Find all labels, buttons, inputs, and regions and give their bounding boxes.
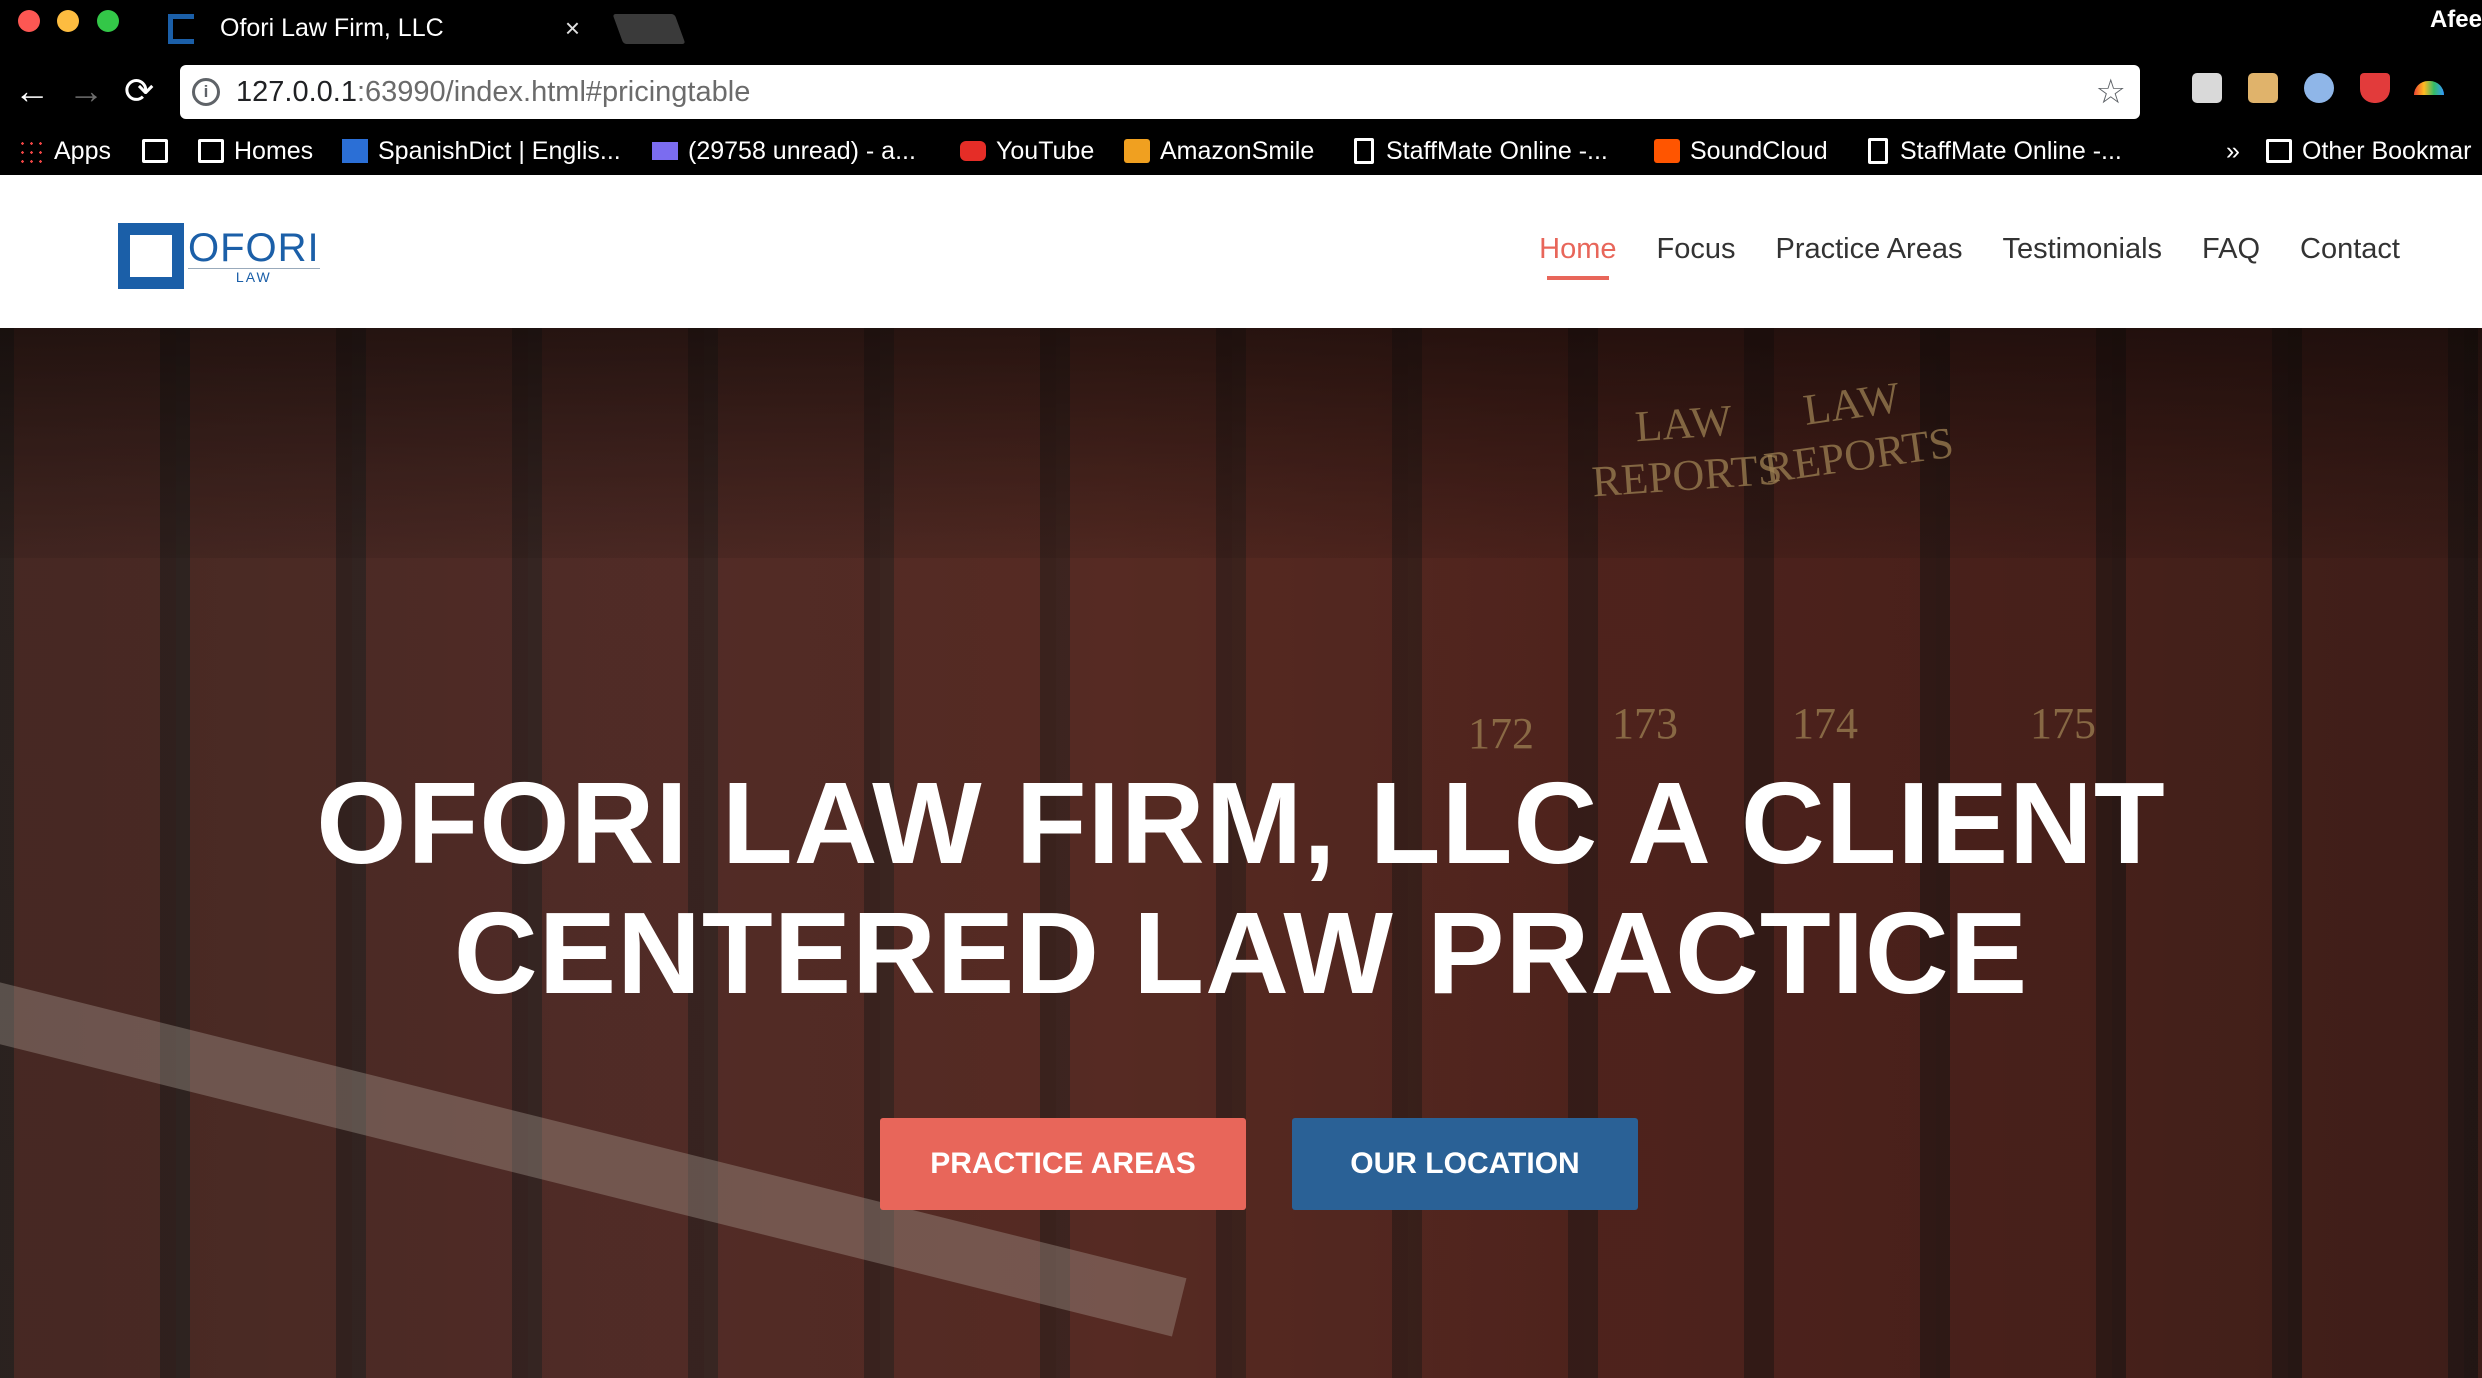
nav-testimonials[interactable]: Testimonials [2002, 233, 2162, 280]
logo-subtitle: LAW [188, 267, 320, 285]
ofori-favicon-icon [168, 13, 194, 44]
bookmark-star-icon[interactable]: ☆ [2096, 72, 2126, 112]
hero-title: OFORI LAW FIRM, LLC A CLIENT CENTERED LA… [0, 758, 2482, 1018]
bookmark-label: YouTube [996, 136, 1095, 165]
bookmark-youtube[interactable]: YouTube [960, 133, 1094, 169]
bookmark-label: Apps [54, 136, 111, 165]
url-host: 127.0.0.1 [236, 75, 357, 108]
minimize-window-button[interactable] [57, 10, 79, 32]
browser-toolbar: ← → ⟳ i 127.0.0.1 :63990/index.html#pric… [0, 57, 2482, 127]
browser-titlebar: Ofori Law Firm, LLC × Afee [0, 0, 2482, 57]
hero-title-line: CENTERED LAW PRACTICE [453, 888, 2029, 1018]
bookmark-label: Homes [234, 136, 314, 165]
logo-name: OFORI [188, 225, 320, 270]
reload-icon[interactable]: ⟳ [124, 71, 154, 111]
mail-icon [652, 142, 678, 160]
site-header: OFORI LAW Home Focus Practice Areas Test… [0, 175, 2482, 328]
site-logo[interactable]: OFORI LAW [118, 221, 320, 291]
hero-section: LAW REPORTS LAW REPORTS 172 173 174 175 … [0, 328, 2482, 1378]
profile-name[interactable]: Afee [2430, 6, 2482, 34]
bookmark-label: StaffMate Online -... [1386, 136, 1608, 165]
bookmark-apps[interactable]: Apps [18, 133, 111, 169]
logo-square-icon [118, 223, 184, 289]
bookmark-label: AmazonSmile [1160, 136, 1315, 165]
nav-home[interactable]: Home [1539, 233, 1617, 280]
extension-icon[interactable] [2192, 73, 2222, 103]
bookmark-label: Other Bookmar [2302, 136, 2472, 165]
bookmark-label: (29758 unread) - a... [688, 136, 916, 165]
info-icon[interactable]: i [192, 78, 220, 106]
soundcloud-icon [1654, 139, 1680, 163]
practice-areas-button[interactable]: PRACTICE AREAS [880, 1118, 1246, 1210]
forward-arrow-icon[interactable]: → [68, 71, 104, 111]
youtube-icon [960, 141, 986, 161]
chevron-double-right-icon: » [2226, 136, 2240, 165]
apps-grid-icon [18, 139, 44, 163]
bookmark-staffmate-1[interactable]: StaffMate Online -... [1354, 133, 1608, 169]
bookmarks-overflow-button[interactable]: » [2226, 133, 2240, 169]
bookmark-folder[interactable] [142, 133, 178, 169]
our-location-button[interactable]: OUR LOCATION [1292, 1118, 1638, 1210]
bookmark-soundcloud[interactable]: SoundCloud [1654, 133, 1828, 169]
logo-text: OFORI LAW [188, 228, 320, 285]
new-tab-button[interactable] [612, 14, 686, 44]
folder-icon [2266, 139, 2292, 163]
extension-shield-icon[interactable] [2360, 73, 2390, 103]
bookmark-spanishdict[interactable]: SpanishDict | Englis... [342, 133, 621, 169]
folder-icon [198, 139, 224, 163]
spanishdict-icon [342, 139, 368, 163]
site-navigation: Home Focus Practice Areas Testimonials F… [1499, 233, 2400, 280]
maximize-window-button[interactable] [97, 10, 119, 32]
page-icon [1354, 138, 1374, 164]
bookmark-amazonsmile[interactable]: AmazonSmile [1124, 133, 1314, 169]
nav-focus[interactable]: Focus [1657, 233, 1736, 280]
bookmark-staffmate-2[interactable]: StaffMate Online -... [1868, 133, 2122, 169]
extension-owl-icon[interactable] [2304, 73, 2334, 103]
url-path: :63990/index.html#pricingtable [356, 75, 751, 108]
close-icon[interactable]: × [565, 13, 580, 44]
back-arrow-icon[interactable]: ← [14, 71, 50, 111]
bookmark-mail[interactable]: (29758 unread) - a... [652, 133, 916, 169]
tab-title: Ofori Law Firm, LLC [220, 14, 444, 42]
browser-tab-active[interactable]: Ofori Law Firm, LLC × [150, 0, 610, 57]
extension-rainbow-icon[interactable] [2414, 81, 2444, 95]
bookmark-label: StaffMate Online -... [1900, 136, 2122, 165]
amazon-icon [1124, 139, 1150, 163]
close-window-button[interactable] [18, 10, 40, 32]
nav-contact[interactable]: Contact [2300, 233, 2400, 280]
address-bar[interactable]: i 127.0.0.1 :63990/index.html#pricingtab… [180, 65, 2140, 119]
page-icon [1868, 138, 1888, 164]
nav-practice-areas[interactable]: Practice Areas [1775, 233, 1962, 280]
hero-title-line: OFORI LAW FIRM, LLC A CLIENT [316, 758, 2166, 888]
nav-faq[interactable]: FAQ [2202, 233, 2260, 280]
bookmark-other[interactable]: Other Bookmar [2266, 133, 2472, 169]
extension-face-icon[interactable] [2248, 73, 2278, 103]
bookmark-label: SpanishDict | Englis... [378, 136, 621, 165]
folder-icon [142, 139, 168, 163]
bookmark-homes[interactable]: Homes [198, 133, 313, 169]
bookmark-label: SoundCloud [1690, 136, 1828, 165]
bookmarks-bar: Apps Homes SpanishDict | Englis... (2975… [0, 127, 2482, 175]
